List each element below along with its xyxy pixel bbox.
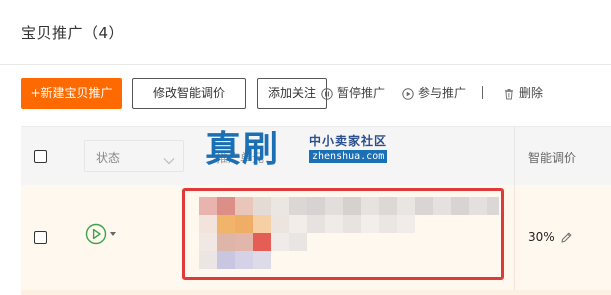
row-column-divider — [514, 185, 515, 290]
play-icon — [402, 87, 414, 100]
join-promotion-button[interactable]: 参与推广 — [402, 78, 466, 109]
column-header-smart-pricing[interactable]: 智能调价 — [528, 149, 576, 166]
panel-header: 宝贝推广（4） — [0, 0, 611, 65]
watermark-logo-text: 真刷 — [205, 128, 280, 170]
table-row: 30% — [21, 185, 611, 290]
watermark: 真刷 中小卖家社区 zhenshua.com — [205, 128, 420, 178]
pencil-icon[interactable] — [560, 231, 573, 244]
next-row-edge — [21, 290, 611, 295]
join-label: 参与推广 — [418, 86, 467, 100]
select-all-checkbox[interactable] — [34, 150, 47, 163]
delete-label: 删除 — [519, 86, 544, 100]
play-circle-icon — [85, 223, 107, 245]
toolbar-divider — [482, 86, 483, 99]
watermark-url: zhenshua.com — [309, 150, 388, 163]
pause-icon — [321, 87, 333, 100]
toolbar: +新建宝贝推广 修改智能调价 添加关注 暂停推广 参与推广 删除 — [21, 78, 611, 110]
modify-smart-pricing-button[interactable]: 修改智能调价 — [132, 78, 246, 109]
page-title: 宝贝推广（4） — [21, 24, 125, 42]
pause-promotion-button[interactable]: 暂停推广 — [321, 78, 385, 109]
smart-pricing-value: 30% — [528, 230, 555, 244]
chevron-down-icon — [163, 151, 175, 165]
status-filter-label: 状态 — [96, 151, 121, 165]
trash-icon — [503, 88, 515, 100]
new-item-promotion-button[interactable]: +新建宝贝推广 — [21, 78, 122, 109]
delete-button[interactable]: 删除 — [503, 78, 543, 109]
caret-down-icon — [110, 232, 116, 236]
status-filter-select[interactable]: 状态 — [84, 140, 184, 172]
pause-label: 暂停推广 — [337, 86, 386, 100]
highlight-frame — [182, 188, 504, 280]
row-status-toggle[interactable] — [85, 223, 117, 245]
column-divider — [514, 127, 515, 186]
add-follow-button[interactable]: 添加关注 — [257, 78, 327, 109]
watermark-tagline: 中小卖家社区 — [309, 134, 388, 148]
promotion-panel: 宝贝推广（4） +新建宝贝推广 修改智能调价 添加关注 暂停推广 参与推广 删除 — [0, 0, 611, 295]
row-checkbox[interactable] — [34, 231, 47, 244]
